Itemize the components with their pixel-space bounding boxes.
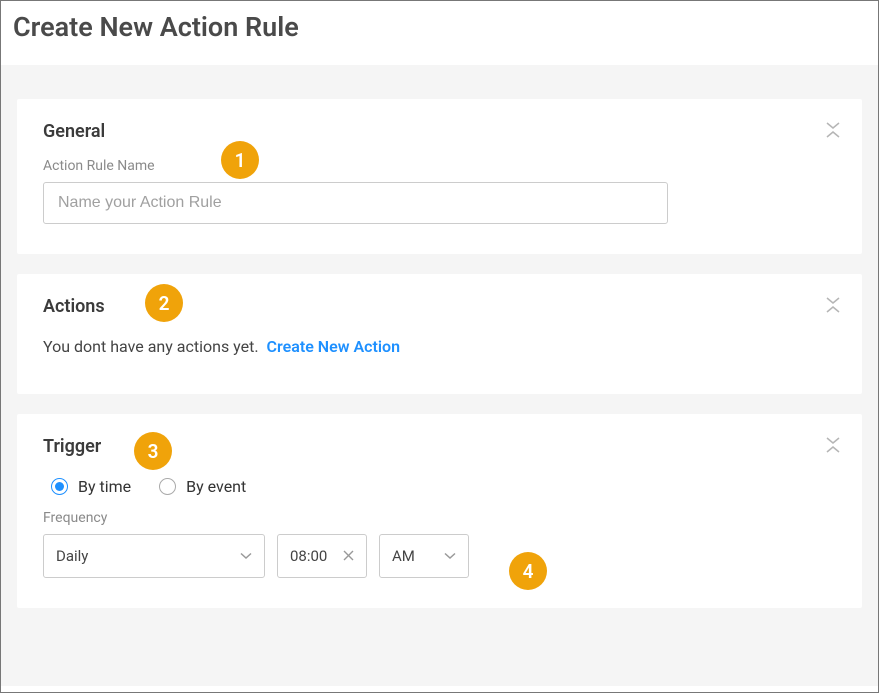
chevron-up-icon [826, 445, 840, 453]
collapse-toggle-general[interactable] [824, 119, 842, 141]
time-value: 08:00 [290, 547, 327, 565]
chevron-down-icon [826, 122, 840, 130]
panel-actions-title: Actions [43, 296, 105, 317]
panel-general: General Action Rule Name 1 [17, 99, 862, 254]
radio-by-event-label: By event [186, 477, 246, 496]
annotation-marker-1: 1 [221, 141, 259, 179]
frequency-value: Daily [56, 547, 88, 565]
actions-empty-text: You dont have any actions yet. [43, 337, 259, 356]
chevron-down-icon [240, 552, 252, 560]
radio-by-time[interactable]: By time [51, 477, 131, 496]
panel-general-title: General [43, 121, 105, 142]
create-new-action-link[interactable]: Create New Action [267, 337, 401, 356]
frequency-select[interactable]: Daily [43, 534, 265, 578]
panel-actions: Actions You dont have any actions yet. C… [17, 274, 862, 394]
annotation-marker-2: 2 [145, 284, 183, 322]
content-area: General Action Rule Name 1 Actions You d… [1, 65, 878, 686]
time-input[interactable]: 08:00 [277, 534, 367, 578]
radio-unchecked-icon [159, 478, 176, 495]
chevron-down-icon [826, 437, 840, 445]
ampm-value: AM [392, 547, 415, 565]
page-title: Create New Action Rule [1, 1, 878, 65]
chevron-down-icon [826, 297, 840, 305]
radio-checked-icon [51, 478, 68, 495]
chevron-down-icon [444, 552, 456, 560]
collapse-toggle-trigger[interactable] [824, 434, 842, 456]
chevron-up-icon [826, 305, 840, 313]
radio-by-event[interactable]: By event [159, 477, 246, 496]
ampm-select[interactable]: AM [379, 534, 469, 578]
action-rule-name-label: Action Rule Name [43, 158, 836, 174]
annotation-marker-4: 4 [509, 552, 547, 590]
panel-trigger-title: Trigger [43, 436, 101, 457]
radio-by-time-label: By time [78, 477, 131, 496]
chevron-up-icon [826, 130, 840, 138]
panel-trigger: Trigger By time By event Frequency Daily [17, 414, 862, 608]
frequency-label: Frequency [43, 510, 836, 526]
action-rule-name-input[interactable] [43, 182, 668, 224]
annotation-marker-3: 3 [134, 432, 172, 470]
collapse-toggle-actions[interactable] [824, 294, 842, 316]
close-icon[interactable] [343, 547, 354, 565]
